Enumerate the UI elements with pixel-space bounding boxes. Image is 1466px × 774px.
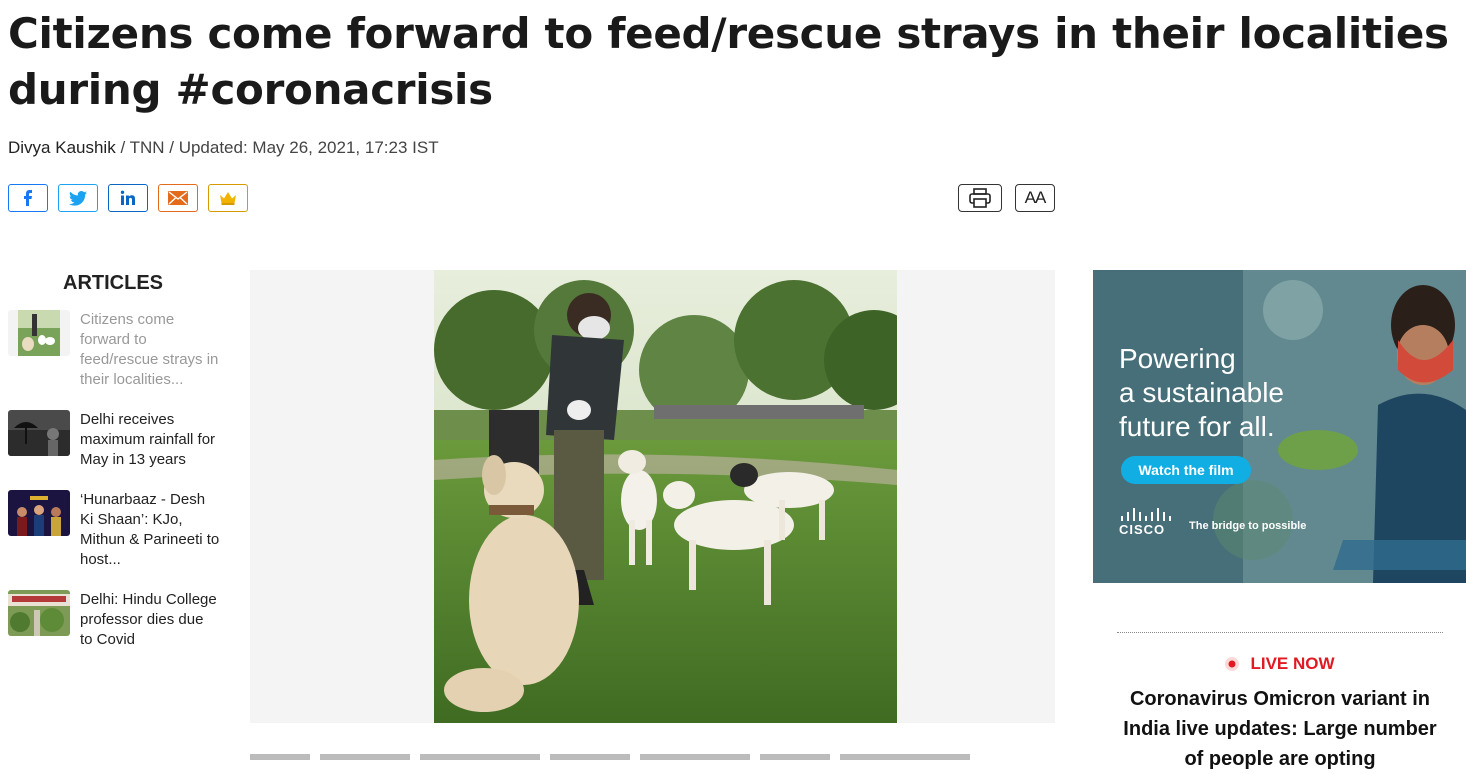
- live-dot-icon: [1225, 657, 1240, 671]
- premium-crown-button[interactable]: [208, 184, 248, 212]
- cisco-advertisement[interactable]: Powering a sustainable future for all. W…: [1093, 270, 1466, 583]
- article-body-teaser: [250, 744, 1055, 760]
- sidebar-title: ARTICLES: [63, 272, 163, 294]
- twitter-icon: [69, 190, 87, 206]
- author-link[interactable]: Divya Kaushik: [8, 138, 116, 157]
- crown-icon: [220, 192, 236, 205]
- article-thumbnail: [8, 410, 70, 456]
- live-now-label: LIVE NOW: [1250, 654, 1335, 673]
- printer-icon: [969, 188, 991, 208]
- mail-icon: [168, 191, 188, 205]
- cisco-bars-icon: [1121, 508, 1171, 521]
- sidebar-item-label: Delhi: Hindu College professor dies due …: [80, 591, 217, 648]
- sidebar-item-label: ‘Hunarbaaz - Desh Ki Shaan’: KJo, Mithun…: [80, 491, 220, 568]
- article-thumbnail: [8, 490, 70, 536]
- share-facebook-button[interactable]: [8, 184, 48, 212]
- sidebar-article-item[interactable]: Delhi: Hindu College professor dies due …: [8, 590, 223, 650]
- live-now-header: LIVE NOW: [1093, 654, 1466, 674]
- cisco-wordmark: CISCO: [1119, 522, 1166, 537]
- font-size-button[interactable]: AA: [1015, 184, 1055, 212]
- ad-headline-line: Powering: [1119, 343, 1236, 374]
- article-thumbnail: [8, 310, 70, 356]
- live-headline-link[interactable]: Coronavirus Omicron variant in India liv…: [1115, 684, 1445, 774]
- ad-headline-line: a sustainable: [1119, 377, 1285, 408]
- watch-film-button[interactable]: Watch the film: [1121, 456, 1251, 484]
- divider: [1117, 632, 1443, 633]
- sidebar-item-label: Delhi receives maximum rainfall for May …: [80, 411, 216, 468]
- share-twitter-button[interactable]: [58, 184, 98, 212]
- ad-headline: Powering a sustainable future for all.: [1119, 342, 1284, 444]
- sidebar-item-label: Citizens come forward to feed/rescue str…: [80, 311, 219, 388]
- share-linkedin-button[interactable]: [108, 184, 148, 212]
- ad-tagline: The bridge to possible: [1189, 520, 1307, 532]
- byline: Divya Kaushik / TNN / Updated: May 26, 2…: [8, 138, 439, 158]
- print-button[interactable]: [958, 184, 1002, 212]
- sidebar-article-item[interactable]: ‘Hunarbaaz - Desh Ki Shaan’: KJo, Mithun…: [8, 490, 223, 570]
- ad-headline-line: future for all.: [1119, 411, 1275, 442]
- sidebar-article-item[interactable]: Delhi receives maximum rainfall for May …: [8, 410, 223, 470]
- dogs-photo: [434, 270, 897, 723]
- article-headline: Citizens come forward to feed/rescue str…: [8, 9, 1449, 114]
- article-thumbnail: [8, 590, 70, 636]
- linkedin-icon: [120, 190, 135, 205]
- cisco-logo: CISCO: [1119, 508, 1179, 537]
- facebook-icon: [24, 190, 32, 206]
- share-email-button[interactable]: [158, 184, 198, 212]
- byline-meta: / TNN / Updated: May 26, 2021, 17:23 IST: [115, 138, 439, 157]
- article-hero-image: [250, 270, 1055, 723]
- sidebar-article-item[interactable]: Citizens come forward to feed/rescue str…: [8, 310, 223, 390]
